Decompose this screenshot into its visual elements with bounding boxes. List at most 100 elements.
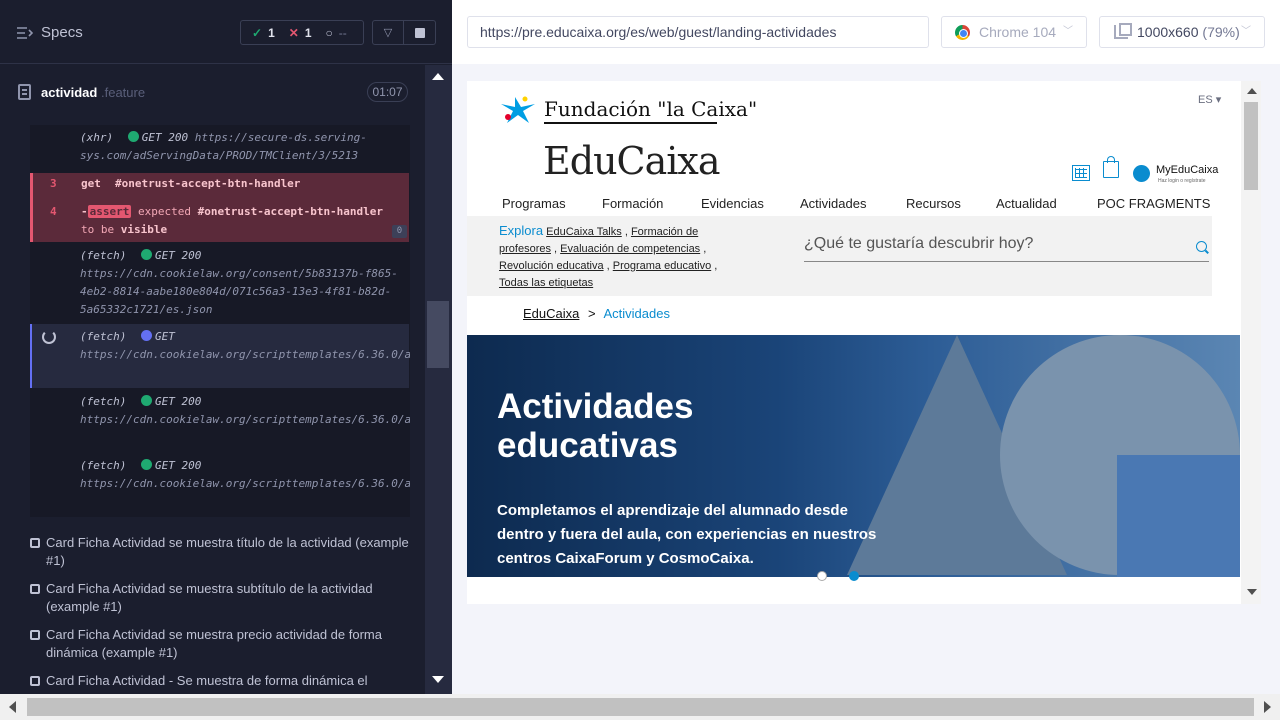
explore-tags: Explora EduCaixa Talks , Formación de pr… (499, 223, 718, 289)
x-icon: ✕ (288, 25, 299, 40)
scrollbar-thumb[interactable] (427, 301, 449, 368)
scroll-down-icon[interactable] (432, 676, 444, 683)
spec-file-name: actividad (41, 85, 98, 100)
scroll-up-icon[interactable] (1247, 88, 1257, 94)
carousel-dot[interactable] (817, 571, 827, 581)
language-selector[interactable]: ES ▾ (1198, 93, 1221, 106)
browser-label: Chrome 104 (979, 24, 1057, 40)
spec-file-row[interactable]: actividad .feature 01:07 (0, 65, 425, 117)
tag-link[interactable]: Todas las etiquetas (499, 277, 593, 289)
line-number: 3 (50, 177, 57, 190)
stop-button[interactable] (404, 20, 436, 45)
test-title: Card Ficha Actividad se muestra título d… (46, 535, 409, 568)
logo-underline (544, 122, 717, 124)
nav-programas[interactable]: Programas (502, 196, 566, 211)
carousel-dots (817, 571, 867, 583)
failed-command-block[interactable]: 3 get #onetrust-accept-btn-handler 0 4 -… (30, 173, 409, 242)
specs-list-icon[interactable] (17, 26, 33, 40)
viewport-size: 1000x660 (1137, 24, 1199, 40)
status-dot-icon (127, 131, 139, 142)
command-status: GET 200 (141, 131, 189, 144)
command-url: https://cdn.cookielaw.org/consent/5b8313… (80, 267, 398, 316)
chrome-icon (955, 25, 970, 40)
nav-poc-fragments[interactable]: POC FRAGMENTS (1097, 196, 1210, 211)
specs-panel: Specs ✓ 1 ✕ 1 ○ -- ▽ actividad .feature 01:… (0, 0, 452, 694)
la-caixa-star-icon (501, 96, 535, 123)
check-icon: ✓ (252, 25, 263, 40)
ruler-icon (1114, 23, 1132, 39)
spinner-icon (42, 330, 56, 344)
stop-icon (414, 27, 425, 38)
scroll-left-icon[interactable] (9, 701, 16, 713)
nav-formacion[interactable]: Formación (602, 196, 663, 211)
test-item[interactable]: Card Ficha Actividad se muestra precio a… (30, 626, 425, 662)
pending-command-row[interactable]: (fetch) GET https://cdn.cookielaw.org/sc… (30, 324, 410, 388)
my-educaixa-link[interactable]: MyEduCaixa (1156, 164, 1218, 176)
user-icon[interactable] (1133, 165, 1150, 182)
specs-title[interactable]: Specs (41, 24, 83, 41)
viewport-selector[interactable]: 1000x660 (79%) ﹀ (1099, 16, 1265, 48)
status-dot-icon (140, 395, 152, 406)
hero-banner: Actividades educativas Completamos el ap… (467, 335, 1240, 577)
file-icon (18, 84, 31, 100)
calendar-icon[interactable] (1072, 165, 1090, 181)
command-xhr[interactable]: (xhr) GET 200 https://secure-ds.serving-… (80, 129, 405, 165)
assert-line-2: to be visible (81, 223, 167, 236)
test-title: Card Ficha Actividad se muestra precio a… (46, 627, 382, 660)
command-log-scrollbar[interactable] (425, 65, 452, 694)
site-search-input[interactable]: ¿Qué te gustaría descubrir hoy? (804, 235, 1209, 262)
test-title: Card Ficha Actividad se muestra subtítul… (46, 581, 373, 614)
tag-link[interactable]: Programa educativo (613, 260, 711, 272)
nav-actividades[interactable]: Actividades (800, 196, 866, 211)
command-log: (xhr) GET 200 https://secure-ds.serving-… (30, 125, 410, 517)
pending-count: -- (338, 25, 347, 40)
scrollbar-thumb[interactable] (1244, 102, 1258, 190)
command-fetch[interactable]: (fetch) GET 200 https://cdn.cookielaw.or… (80, 457, 410, 493)
login-hint: Haz login o regístrate (1158, 178, 1206, 184)
browser-selector[interactable]: Chrome 104 ﹀ (941, 16, 1087, 48)
command-status: GET 200 (154, 395, 202, 408)
search-icon[interactable] (1196, 241, 1207, 252)
scroll-right-icon[interactable] (1264, 701, 1271, 713)
tag-link[interactable]: Revolución educativa (499, 260, 604, 272)
test-item[interactable]: Card Ficha Actividad se muestra título d… (30, 534, 425, 570)
tag-link[interactable]: EduCaixa Talks (546, 226, 622, 238)
tag-link[interactable]: Evaluación de competencias (560, 243, 700, 255)
command-url: https://cdn.cookielaw.org/scripttemplate… (80, 477, 410, 490)
shopping-bag-icon[interactable] (1103, 156, 1119, 178)
breadcrumb-separator: > (588, 306, 596, 321)
test-status-icon (30, 676, 40, 686)
test-item[interactable]: Card Ficha Actividad se muestra subtítul… (30, 580, 425, 616)
preview-toolbar: https://pre.educaixa.org/es/web/guest/la… (452, 0, 1280, 64)
page-scrollbar[interactable] (1241, 81, 1261, 604)
hero-square-shape (1117, 455, 1240, 577)
command-fetch: (fetch) GET https://cdn.cookielaw.org/sc… (80, 328, 410, 364)
assert-prefix: - (81, 205, 88, 218)
breadcrumb-home[interactable]: EduCaixa (523, 306, 579, 321)
expand-button[interactable]: ▽ (372, 20, 404, 45)
command-type: (fetch) (80, 330, 127, 343)
command-url: https://cdn.cookielaw.org/scripttemplate… (80, 348, 410, 361)
search-placeholder: ¿Qué te gustaría descubrir hoy? (804, 235, 1034, 252)
spinner-icon: ○ (325, 25, 333, 40)
command-type: (fetch) (80, 459, 127, 472)
carousel-dot-active[interactable] (849, 571, 859, 581)
test-item[interactable]: Card Ficha Actividad - Se muestra de for… (30, 672, 425, 694)
viewport-label: 1000x660 (79%) (1137, 17, 1240, 47)
educaixa-brand[interactable]: EduCaixa (543, 139, 721, 183)
nav-recursos[interactable]: Recursos (906, 196, 961, 211)
horizontal-scrollbar[interactable] (0, 694, 1280, 720)
line-number: 4 (50, 205, 57, 218)
command-fetch[interactable]: (fetch) GET 200 https://cdn.cookielaw.or… (80, 393, 410, 429)
scroll-down-icon[interactable] (1247, 589, 1257, 595)
assert-word: to be (81, 223, 115, 236)
command-fetch[interactable]: (fetch) GET 200 https://cdn.cookielaw.or… (80, 247, 405, 319)
nav-actualidad[interactable]: Actualidad (996, 196, 1057, 211)
scroll-up-icon[interactable] (432, 73, 444, 80)
nav-evidencias[interactable]: Evidencias (701, 196, 764, 211)
command-get: get (81, 177, 101, 190)
command-selector: #onetrust-accept-btn-handler (115, 177, 301, 190)
scrollbar-thumb[interactable] (27, 698, 1254, 716)
passed-count: 1 (268, 25, 275, 40)
url-bar[interactable]: https://pre.educaixa.org/es/web/guest/la… (467, 16, 929, 48)
